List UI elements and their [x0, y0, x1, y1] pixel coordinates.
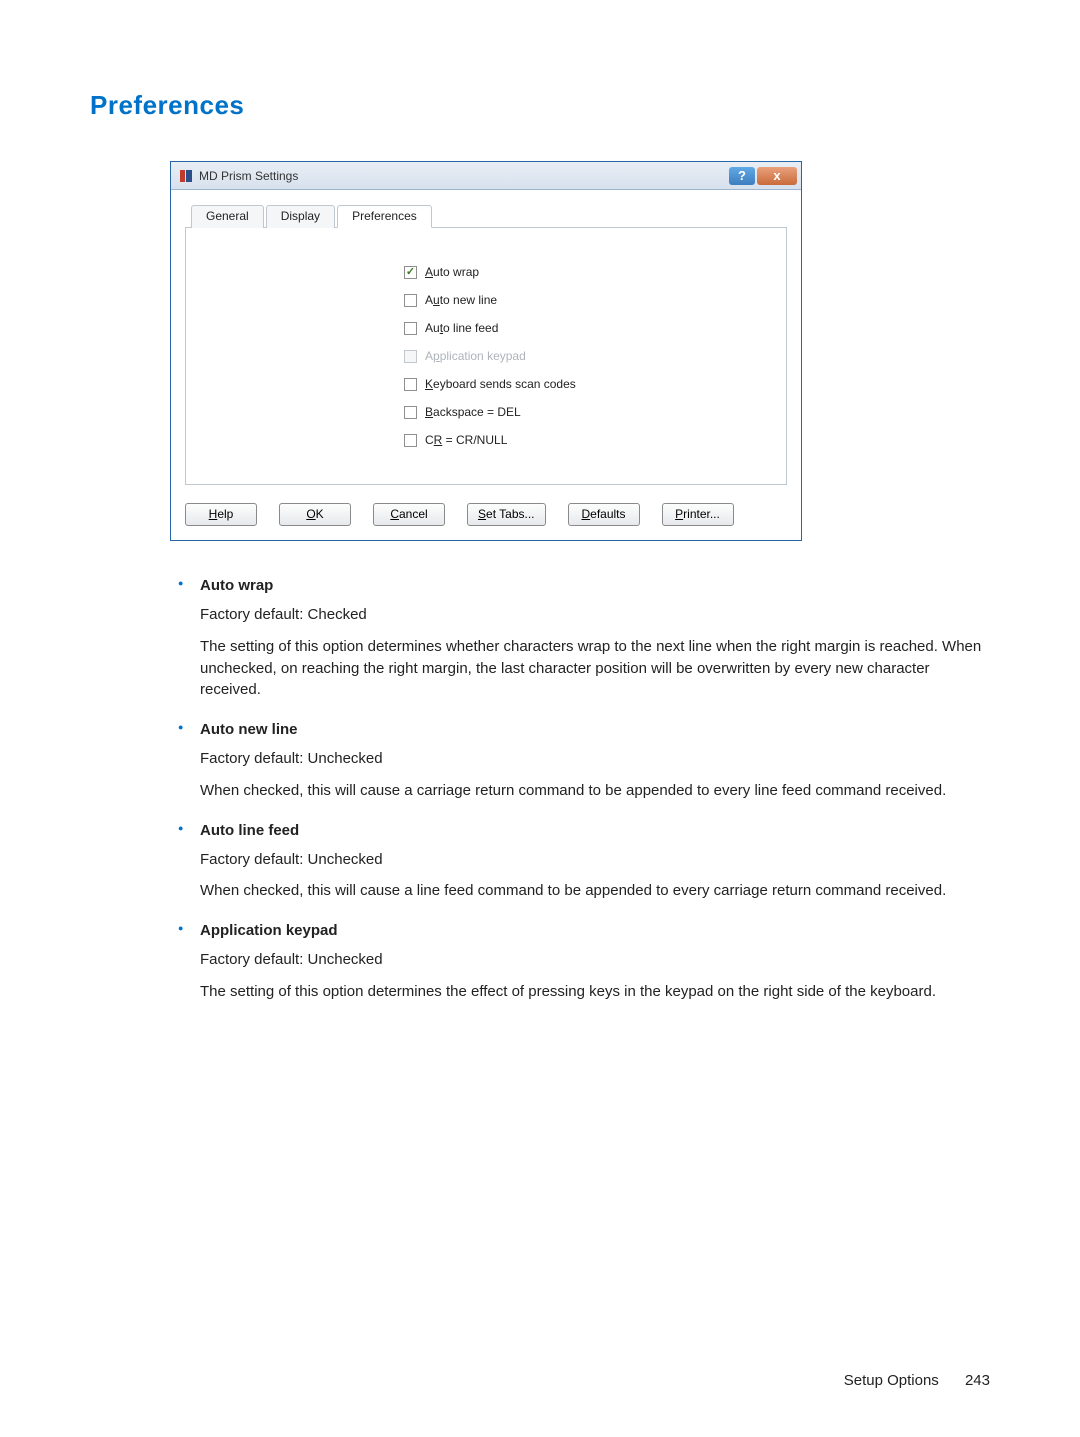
footer-section: Setup Options — [844, 1372, 939, 1389]
checkbox-label: Auto new line — [425, 293, 497, 307]
checkbox-label: Auto line feed — [425, 321, 498, 335]
dialog-titlebar: MD Prism Settings ? x — [171, 162, 801, 190]
doc-description: When checked, this will cause a line fee… — [200, 880, 990, 902]
checkbox-row: Auto line feed — [404, 314, 766, 342]
checkbox-row: CR = CR/NULL — [404, 426, 766, 454]
page-heading: Preferences — [90, 90, 990, 121]
defaults-button[interactable]: Defaults — [568, 503, 640, 526]
checkbox[interactable] — [404, 406, 417, 419]
checkbox — [404, 350, 417, 363]
tab-row: General Display Preferences — [185, 204, 787, 228]
doc-item: Application keypad Factory default: Unche… — [200, 922, 990, 1003]
checkbox-label: Backspace = DEL — [425, 405, 521, 419]
doc-description: When checked, this will cause a carriage… — [200, 780, 990, 802]
checkbox-row: Keyboard sends scan codes — [404, 370, 766, 398]
doc-default: Factory default: Checked — [200, 604, 990, 626]
app-icon — [179, 169, 193, 183]
checkbox-row: Backspace = DEL — [404, 398, 766, 426]
dialog-title: MD Prism Settings — [199, 169, 729, 183]
cancel-button[interactable]: Cancel — [373, 503, 445, 526]
doc-description: The setting of this option determines th… — [200, 981, 990, 1003]
checkbox-label: CR = CR/NULL — [425, 433, 507, 447]
checkbox[interactable] — [404, 378, 417, 391]
tab-general[interactable]: General — [191, 205, 264, 228]
checkbox-row: Auto new line — [404, 286, 766, 314]
checkbox-row: Application keypad — [404, 342, 766, 370]
checkbox[interactable] — [404, 322, 417, 335]
help-title-button[interactable]: ? — [729, 167, 755, 185]
doc-default: Factory default: Unchecked — [200, 949, 990, 971]
doc-term: Auto wrap — [200, 577, 273, 594]
checkbox[interactable] — [404, 266, 417, 279]
doc-item: Auto line feed Factory default: Unchecked… — [200, 822, 990, 903]
settings-dialog: MD Prism Settings ? x General Display Pr… — [170, 161, 802, 541]
checkbox-label: Keyboard sends scan codes — [425, 377, 576, 391]
doc-item: Auto new line Factory default: Unchecked W… — [200, 721, 990, 802]
checkbox-row: Auto wrap — [404, 258, 766, 286]
page-footer: Setup Options 243 — [844, 1372, 990, 1389]
doc-description: The setting of this option determines wh… — [200, 636, 990, 701]
doc-term: Application keypad — [200, 922, 338, 939]
footer-page-number: 243 — [965, 1372, 990, 1389]
help-button[interactable]: Help — [185, 503, 257, 526]
doc-default: Factory default: Unchecked — [200, 849, 990, 871]
tab-panel-preferences: Auto wrap Auto new line Auto line feed Appl… — [185, 228, 787, 485]
tab-preferences[interactable]: Preferences — [337, 205, 432, 228]
ok-button[interactable]: OK — [279, 503, 351, 526]
doc-term: Auto new line — [200, 721, 298, 738]
tab-display[interactable]: Display — [266, 205, 335, 228]
doc-default: Factory default: Unchecked — [200, 748, 990, 770]
documentation-list: Auto wrap Factory default: Checked The set… — [90, 577, 990, 1003]
checkbox-label: Application keypad — [425, 349, 526, 363]
set-tabs-button[interactable]: Set Tabs... — [467, 503, 546, 526]
doc-term: Auto line feed — [200, 822, 299, 839]
close-title-button[interactable]: x — [757, 167, 797, 185]
doc-item: Auto wrap Factory default: Checked The set… — [200, 577, 990, 701]
checkbox[interactable] — [404, 434, 417, 447]
checkbox[interactable] — [404, 294, 417, 307]
printer-button[interactable]: Printer... — [662, 503, 734, 526]
checkbox-label: Auto wrap — [425, 265, 479, 279]
